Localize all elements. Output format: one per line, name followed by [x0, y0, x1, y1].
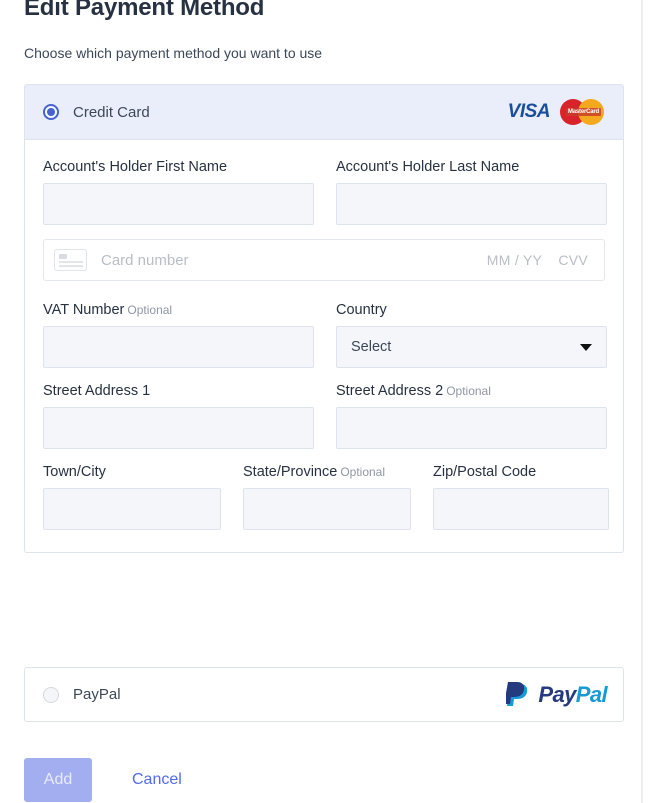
state-province-field-group: State/Province Optional	[243, 463, 411, 530]
zip-postal-code-field-group: Zip/Postal Code	[433, 463, 609, 530]
state-province-label: State/Province Optional	[243, 463, 411, 481]
paypal-logo-icon: PayPal	[504, 681, 608, 709]
credit-card-icon	[54, 249, 87, 271]
country-select[interactable]: Select	[336, 326, 607, 368]
card-chip-icon	[59, 254, 67, 259]
paypal-label: PayPal	[73, 686, 121, 703]
street-address-1-input[interactable]	[43, 407, 314, 449]
chevron-down-icon	[580, 343, 592, 351]
credit-card-panel: Credit Card VISA MasterCard Account's Ho…	[24, 84, 624, 553]
add-button[interactable]: Add	[24, 758, 92, 802]
page-content: Edit Payment Method Choose which payment…	[0, 0, 641, 803]
first-name-field-group: Account's Holder First Name	[43, 158, 314, 225]
visa-logo-icon: VISA	[507, 101, 551, 122]
town-city-label: Town/City	[43, 464, 106, 480]
street-address-2-label: Street Address 2 Optional	[336, 382, 607, 400]
name-row: Account's Holder First Name Account's Ho…	[43, 158, 607, 225]
country-field-group: Country Select	[336, 301, 607, 368]
first-name-input[interactable]	[43, 183, 314, 225]
last-name-label: Account's Holder Last Name	[336, 159, 520, 175]
vat-number-field-group: VAT Number Optional	[43, 301, 314, 368]
last-name-input[interactable]	[336, 183, 607, 225]
panel-right-divider	[641, 0, 643, 803]
credit-card-radio[interactable]	[43, 104, 59, 120]
zip-postal-code-input[interactable]	[433, 488, 609, 530]
vat-number-label: VAT Number Optional	[43, 301, 314, 319]
paypal-wordmark-pay: Pay	[538, 681, 576, 707]
mastercard-logo-icon: MasterCard	[560, 98, 607, 126]
street-address-2-field-group: Street Address 2 Optional	[336, 382, 607, 449]
card-brand-logos: VISA MasterCard	[508, 98, 607, 126]
vat-number-input[interactable]	[43, 326, 314, 368]
street-address-2-optional-tag: Optional	[446, 384, 491, 398]
paypal-option-row[interactable]: PayPal PayPal	[24, 667, 624, 722]
form-actions: Add Cancel	[24, 758, 188, 802]
first-name-label: Account's Holder First Name	[43, 159, 228, 175]
street-address-2-label-text: Street Address 2	[336, 383, 444, 399]
zip-postal-code-label: Zip/Postal Code	[433, 464, 537, 480]
street-address-row: Street Address 1 Street Address 2 Optiona…	[43, 382, 607, 449]
paypal-wordmark: PayPal	[538, 682, 607, 708]
vat-number-optional-tag: Optional	[127, 303, 173, 317]
town-city-input[interactable]	[43, 488, 221, 530]
page-title: Edit Payment Method	[24, 0, 265, 21]
card-number-input[interactable]: Card number	[101, 252, 189, 269]
street-address-2-input[interactable]	[336, 407, 607, 449]
credit-card-label: Credit Card	[73, 103, 150, 121]
edit-payment-method-page: Edit Payment Method Choose which payment…	[0, 0, 652, 803]
street-address-1-field-group: Street Address 1	[43, 382, 314, 449]
card-number-row[interactable]: Card number MM / YY CVV	[43, 239, 605, 281]
state-province-input[interactable]	[243, 488, 411, 530]
country-label: Country	[336, 302, 387, 318]
vat-number-label-text: VAT Number	[43, 302, 125, 318]
street-address-1-label: Street Address 1	[43, 383, 151, 399]
paypal-monogram-icon	[504, 681, 532, 709]
cancel-button[interactable]: Cancel	[126, 770, 188, 790]
paypal-brand-logo: PayPal	[504, 681, 608, 709]
card-expiry-input[interactable]: MM / YY	[487, 252, 543, 268]
town-city-field-group: Town/City	[43, 463, 221, 530]
page-subtitle: Choose which payment method you want to …	[24, 45, 323, 61]
country-select-value: Select	[351, 339, 392, 355]
last-name-field-group: Account's Holder Last Name	[336, 158, 607, 225]
credit-card-option-row[interactable]: Credit Card VISA MasterCard	[25, 85, 623, 140]
paypal-radio[interactable]	[43, 686, 59, 703]
mastercard-wordmark: MasterCard	[566, 108, 601, 116]
card-line-2	[59, 265, 83, 267]
credit-card-form: Account's Holder First Name Account's Ho…	[25, 140, 623, 552]
state-province-optional-tag: Optional	[340, 465, 386, 479]
card-cvv-input[interactable]: CVV	[558, 252, 588, 268]
state-province-label-text: State/Province	[243, 464, 338, 480]
vat-country-row: VAT Number Optional Country Select	[43, 301, 607, 368]
paypal-wordmark-pal: Pal	[575, 681, 608, 707]
card-line-1	[59, 261, 83, 263]
city-state-zip-row: Town/City State/Province Optional Zip/Pos…	[43, 463, 609, 530]
